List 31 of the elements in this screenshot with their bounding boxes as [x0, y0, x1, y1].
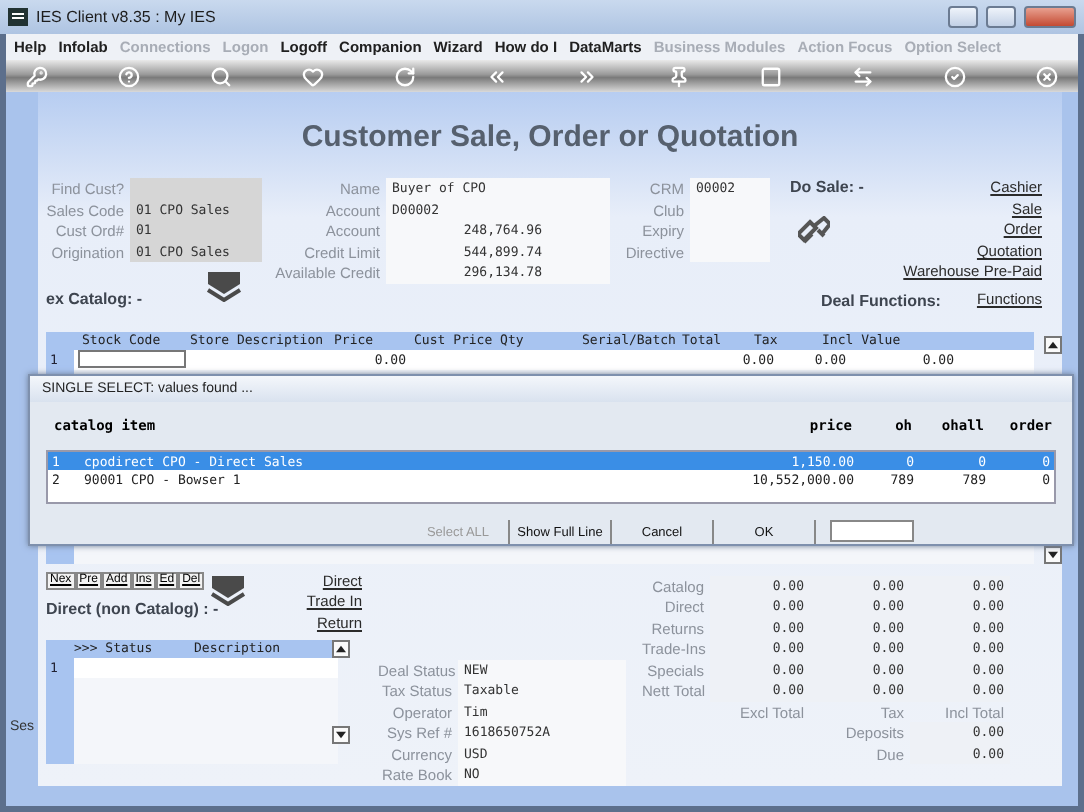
input-field[interactable]: [829, 520, 913, 542]
minimize-button[interactable]: [948, 5, 978, 28]
help-icon[interactable]: [117, 65, 140, 88]
chevron-down-icon[interactable]: [206, 573, 251, 606]
do-sale-label: Do Sale: -: [790, 178, 866, 200]
page-heading: Customer Sale, Order or Quotation: [299, 120, 801, 155]
maximize-button[interactable]: [986, 5, 1016, 28]
scroll-arrow-button[interactable]: [1044, 335, 1062, 354]
pin-icon[interactable]: [668, 65, 691, 88]
double-chevron-left-icon[interactable]: [485, 65, 508, 88]
window-title: IES Client v8.35 : My IES: [36, 7, 218, 26]
search-icon[interactable]: [209, 65, 232, 88]
app-icon: [8, 7, 28, 26]
input-field[interactable]: [130, 178, 262, 200]
double-chevron-right-icon[interactable]: [576, 65, 599, 88]
catalog-label: ex Catalog: -: [46, 290, 143, 312]
check-icon[interactable]: [944, 65, 967, 88]
close-button[interactable]: [1024, 5, 1076, 28]
scroll-arrow-button[interactable]: [332, 725, 350, 744]
square-icon[interactable]: [760, 65, 783, 88]
input-field[interactable]: [78, 350, 186, 369]
chevron-down-icon[interactable]: [202, 270, 246, 303]
close-icon[interactable]: [1035, 65, 1058, 88]
refresh-icon[interactable]: [393, 65, 416, 88]
swap-arrows-icon[interactable]: [852, 65, 875, 88]
heart-icon[interactable]: [301, 65, 324, 88]
direct-label: Direct (non Catalog) : -: [46, 599, 219, 618]
key-icon[interactable]: [26, 65, 48, 88]
deal-functions-label: Deal Functions:: [820, 292, 941, 311]
scroll-arrow-button[interactable]: [332, 639, 350, 658]
link-chain-icon: [798, 215, 830, 248]
